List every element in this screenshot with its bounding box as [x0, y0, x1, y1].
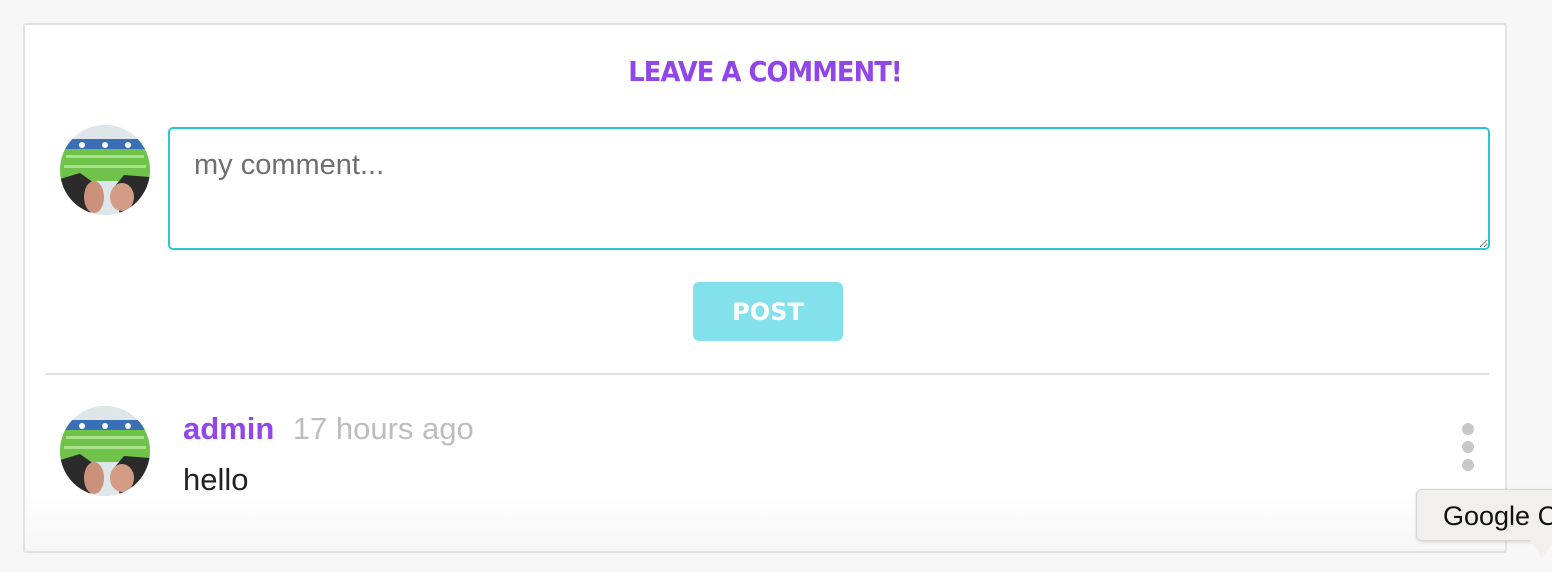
avatar-image [60, 125, 150, 215]
divider [45, 373, 1489, 375]
menu-dot [1462, 423, 1474, 435]
tooltip-tail [1530, 540, 1552, 558]
menu-dot [1462, 441, 1474, 453]
tooltip: Google C [1416, 489, 1552, 541]
avatar-image [60, 406, 150, 496]
comments-card: LEAVE A COMMENT! POST [23, 23, 1507, 553]
avatar [60, 125, 150, 215]
comment-avatar [60, 406, 150, 496]
post-button[interactable]: POST [693, 282, 843, 341]
comment-meta: admin 17 hours ago [183, 411, 474, 447]
vertical-ellipsis-icon[interactable] [1455, 423, 1481, 471]
comment-input[interactable] [168, 127, 1490, 250]
comment-timestamp: 17 hours ago [292, 411, 474, 446]
bottom-fade [25, 490, 1505, 551]
menu-dot [1462, 459, 1474, 471]
comment-text: hello [183, 462, 249, 497]
comment-author-link[interactable]: admin [183, 411, 274, 446]
comment-heading: LEAVE A COMMENT! [628, 55, 902, 88]
